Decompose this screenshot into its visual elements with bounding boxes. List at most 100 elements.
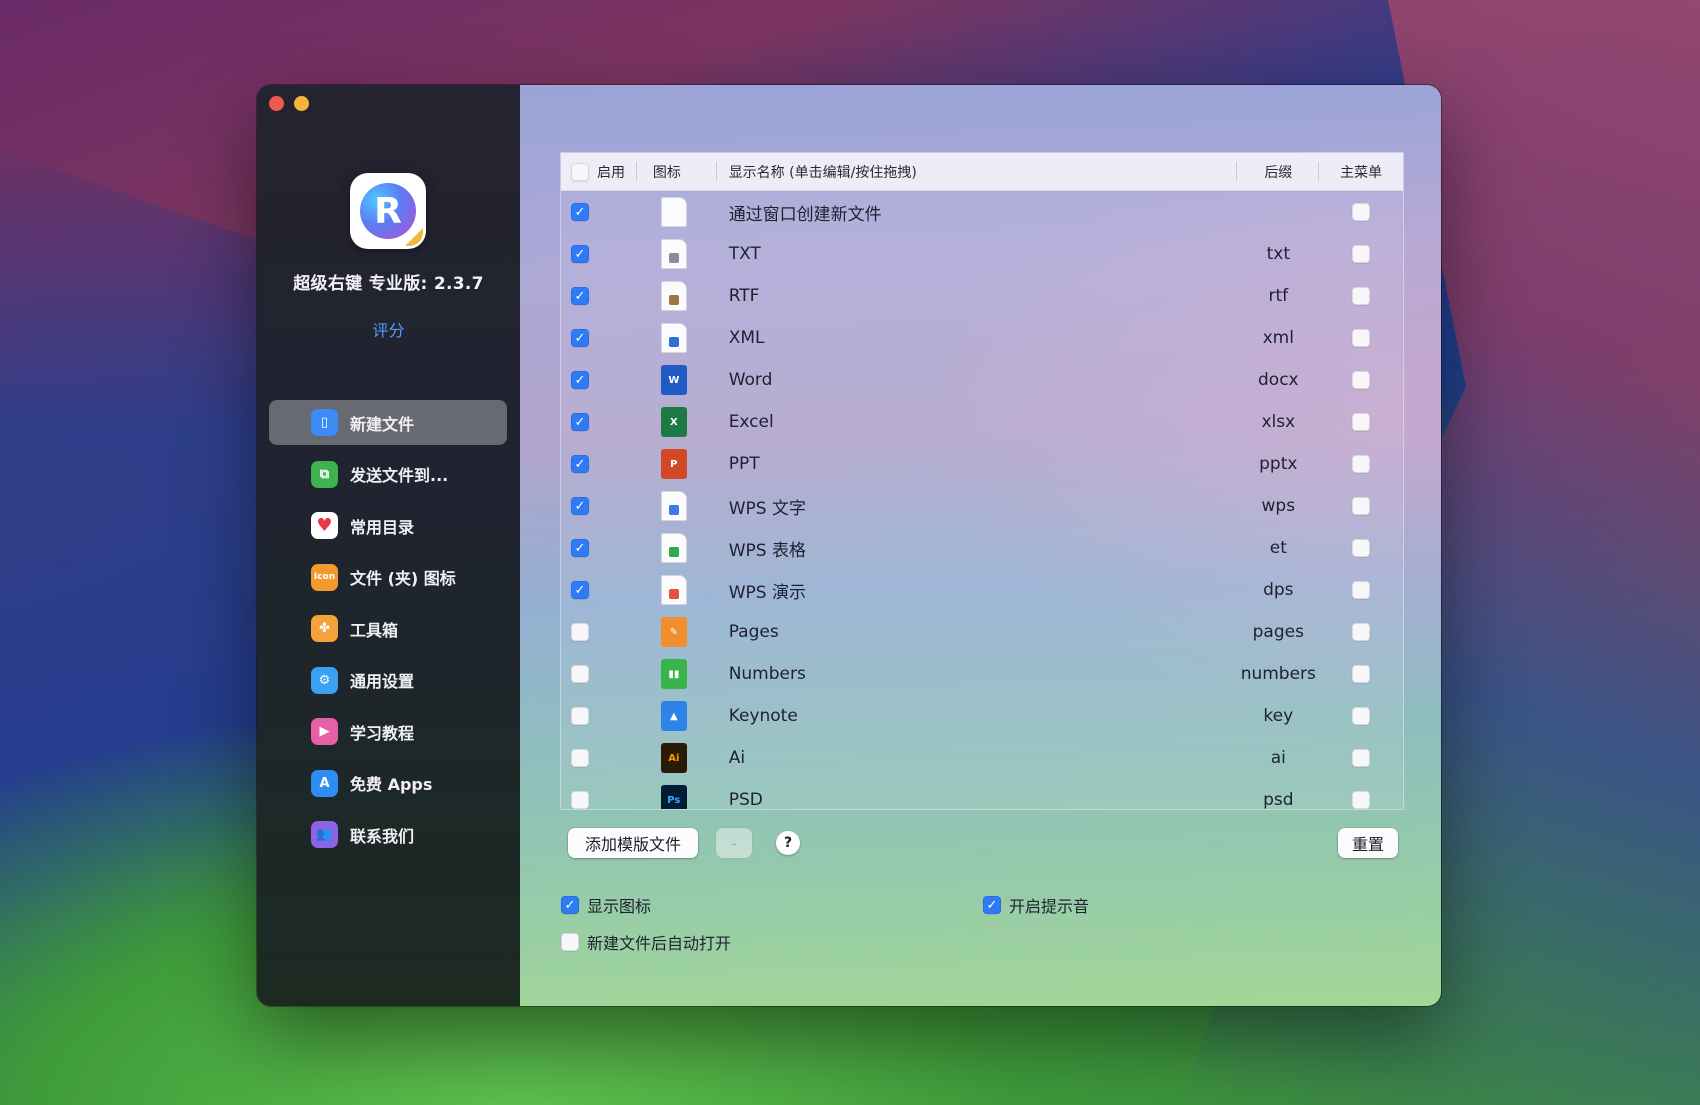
sound-option[interactable]: 开启提示音 <box>983 893 1089 917</box>
display-name-cell[interactable]: PSD <box>717 779 1238 809</box>
sidebar-item-2[interactable]: ♥ 常用目录 <box>269 503 507 548</box>
enable-checkbox[interactable] <box>571 581 589 599</box>
suffix-cell[interactable]: txt <box>1237 233 1319 275</box>
enable-checkbox[interactable] <box>571 791 589 809</box>
sidebar-item-5[interactable]: ⚙ 通用设置 <box>269 658 507 703</box>
enable-checkbox[interactable] <box>571 539 589 557</box>
display-name-cell[interactable]: WPS 表格 <box>717 527 1238 569</box>
suffix-cell[interactable]: wps <box>1237 485 1319 527</box>
display-name-cell[interactable]: Excel <box>717 401 1238 443</box>
main-menu-checkbox[interactable] <box>1352 245 1371 263</box>
table-row[interactable]: ✎ Pages pages <box>561 611 1403 653</box>
display-name-cell[interactable]: TXT <box>717 233 1238 275</box>
table-row[interactable]: W Worddocx <box>561 359 1403 401</box>
main-menu-checkbox[interactable] <box>1352 455 1371 473</box>
table-row[interactable]: XMLxml <box>561 317 1403 359</box>
display-name-cell[interactable]: Numbers <box>717 653 1238 695</box>
main-menu-checkbox[interactable] <box>1352 707 1371 725</box>
remove-template-button[interactable]: - <box>716 828 752 858</box>
display-name-cell[interactable]: WPS 演示 <box>717 569 1238 611</box>
table-row[interactable]: P PPTpptx <box>561 443 1403 485</box>
sidebar-item-7[interactable]: A 免费 Apps <box>269 761 507 806</box>
reset-button[interactable]: 重置 <box>1338 828 1398 858</box>
table-row[interactable]: WPS 文字wps <box>561 485 1403 527</box>
header-icon[interactable]: 图标 <box>637 153 717 190</box>
suffix-cell[interactable]: et <box>1237 527 1319 569</box>
enable-checkbox[interactable] <box>571 497 589 515</box>
suffix-cell[interactable]: psd <box>1237 779 1319 809</box>
show-icon-option[interactable]: 显示图标 <box>561 893 651 917</box>
table-row[interactable]: X Excelxlsx <box>561 401 1403 443</box>
table-row[interactable]: WPS 表格et <box>561 527 1403 569</box>
main-menu-checkbox[interactable] <box>1352 665 1371 683</box>
auto-open-option[interactable]: 新建文件后自动打开 <box>561 930 731 954</box>
main-menu-checkbox[interactable] <box>1352 497 1371 515</box>
suffix-cell[interactable]: key <box>1237 695 1319 737</box>
table-row[interactable]: ▲ Keynote key <box>561 695 1403 737</box>
main-menu-checkbox[interactable] <box>1352 371 1371 389</box>
display-name-cell[interactable]: WPS 文字 <box>717 485 1238 527</box>
main-menu-checkbox[interactable] <box>1352 791 1371 809</box>
main-menu-checkbox[interactable] <box>1352 749 1371 767</box>
display-name-cell[interactable]: Keynote <box>717 695 1238 737</box>
suffix-cell[interactable]: docx <box>1237 359 1319 401</box>
main-menu-checkbox[interactable] <box>1352 203 1371 221</box>
enable-checkbox[interactable] <box>571 623 589 641</box>
display-name-cell[interactable]: Pages <box>717 611 1238 653</box>
sidebar-item-8[interactable]: 👥 联系我们 <box>269 812 507 857</box>
suffix-cell[interactable]: pages <box>1237 611 1319 653</box>
table-row[interactable]: Ai Ai ai <box>561 737 1403 779</box>
suffix-cell[interactable]: ai <box>1237 737 1319 779</box>
table-row[interactable]: Ps PSD psd <box>561 779 1403 809</box>
enable-checkbox[interactable] <box>571 245 589 263</box>
table-row[interactable]: RTFrtf <box>561 275 1403 317</box>
display-name-cell[interactable]: 通过窗口创建新文件 <box>717 191 1238 233</box>
display-name-cell[interactable]: Ai <box>717 737 1238 779</box>
suffix-cell[interactable]: xml <box>1237 317 1319 359</box>
rate-link[interactable]: 评分 <box>257 317 520 341</box>
sidebar-item-4[interactable]: ✤ 工具箱 <box>269 606 507 651</box>
auto-open-checkbox[interactable] <box>561 933 579 951</box>
table-row[interactable]: WPS 演示dps <box>561 569 1403 611</box>
enable-checkbox[interactable] <box>571 455 589 473</box>
sidebar-item-3[interactable]: Icon 文件 (夹) 图标 <box>269 555 507 600</box>
display-name-cell[interactable]: PPT <box>717 443 1238 485</box>
enable-checkbox[interactable] <box>571 329 589 347</box>
enable-checkbox[interactable] <box>571 665 589 683</box>
enable-checkbox[interactable] <box>571 371 589 389</box>
main-menu-checkbox[interactable] <box>1352 413 1371 431</box>
header-enable[interactable]: 启用 <box>561 153 637 190</box>
enable-checkbox[interactable] <box>571 413 589 431</box>
suffix-cell[interactable]: dps <box>1237 569 1319 611</box>
main-menu-checkbox[interactable] <box>1352 329 1371 347</box>
suffix-cell[interactable]: xlsx <box>1237 401 1319 443</box>
display-name-cell[interactable]: Word <box>717 359 1238 401</box>
main-menu-checkbox[interactable] <box>1352 581 1371 599</box>
suffix-cell[interactable]: numbers <box>1237 653 1319 695</box>
suffix-cell[interactable]: rtf <box>1237 275 1319 317</box>
sidebar-item-6[interactable]: ▶ 学习教程 <box>269 709 507 754</box>
enable-checkbox[interactable] <box>571 707 589 725</box>
select-all-checkbox[interactable] <box>571 162 589 181</box>
main-menu-checkbox[interactable] <box>1352 623 1371 641</box>
help-button[interactable]: ? <box>776 831 800 855</box>
suffix-cell[interactable] <box>1237 191 1319 233</box>
header-suffix[interactable]: 后缀 <box>1237 153 1320 190</box>
table-row[interactable]: TXTtxt <box>561 233 1403 275</box>
add-template-button[interactable]: 添加模版文件 <box>568 828 698 858</box>
sound-checkbox[interactable] <box>983 896 1001 914</box>
header-main-menu[interactable]: 主菜单 <box>1319 153 1403 190</box>
sidebar-item-0[interactable]: ▯ 新建文件 <box>269 400 507 445</box>
minimize-window-button[interactable] <box>294 96 309 111</box>
enable-checkbox[interactable] <box>571 287 589 305</box>
header-display-name[interactable]: 显示名称 (单击编辑/按住拖拽) <box>717 153 1238 190</box>
enable-checkbox[interactable] <box>571 749 589 767</box>
display-name-cell[interactable]: XML <box>717 317 1238 359</box>
main-menu-checkbox[interactable] <box>1352 539 1371 557</box>
table-row[interactable]: 通过窗口创建新文件 <box>561 191 1403 233</box>
close-window-button[interactable] <box>269 96 284 111</box>
enable-checkbox[interactable] <box>571 203 589 221</box>
main-menu-checkbox[interactable] <box>1352 287 1371 305</box>
show-icon-checkbox[interactable] <box>561 896 579 914</box>
sidebar-item-1[interactable]: ⧉ 发送文件到... <box>269 452 507 497</box>
